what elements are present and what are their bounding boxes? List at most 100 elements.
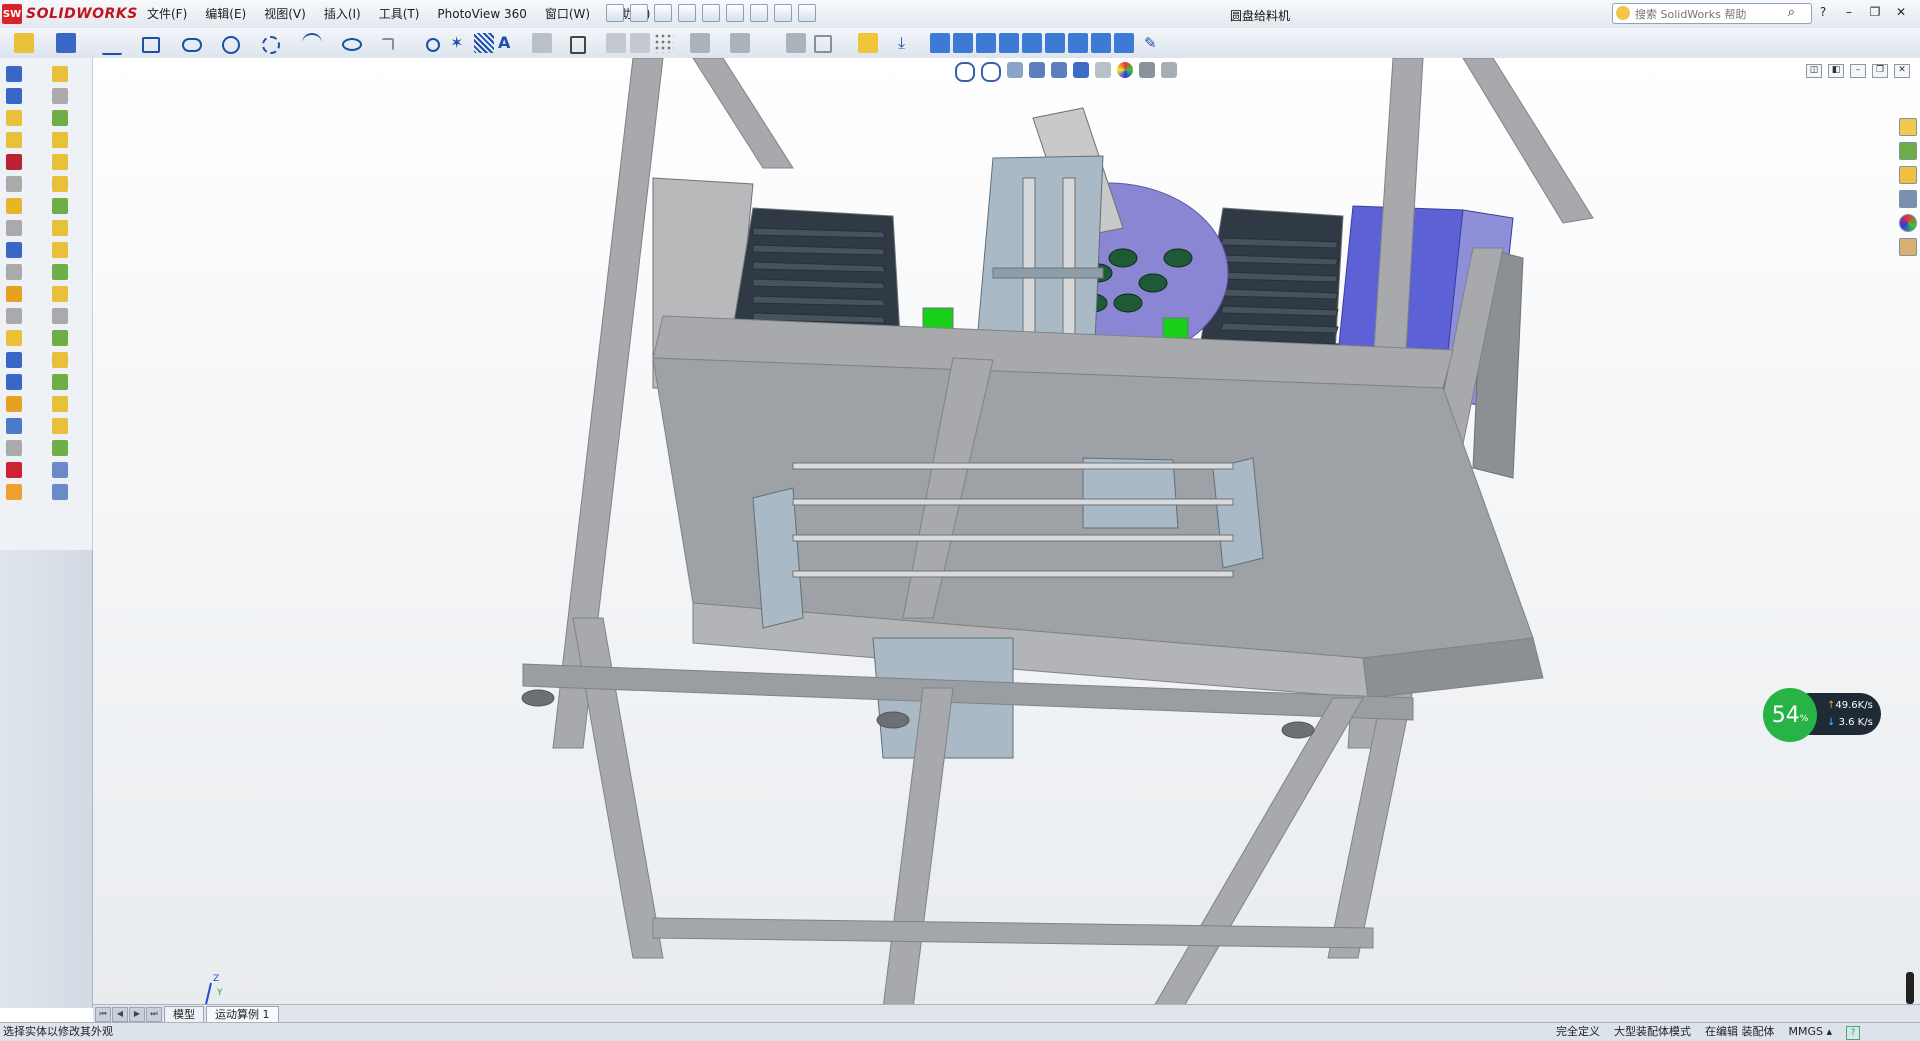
assembly-model[interactable] xyxy=(93,58,1920,1008)
repair-sketch-icon[interactable] xyxy=(730,33,750,53)
assembly-tool-icon[interactable] xyxy=(52,264,68,280)
assembly-tool-icon[interactable] xyxy=(52,88,68,104)
assembly-tool-icon[interactable] xyxy=(52,440,68,456)
view-trimetric-icon[interactable] xyxy=(1091,33,1111,53)
menu-tools[interactable]: 工具(T) xyxy=(370,0,429,28)
disc-pocket[interactable] xyxy=(1113,293,1143,313)
view-top-icon[interactable] xyxy=(1022,33,1042,53)
convert-entities-icon[interactable]: A xyxy=(498,33,518,53)
assembly-tool-icon[interactable] xyxy=(52,176,68,192)
disc-pocket[interactable] xyxy=(1138,273,1168,293)
view-right-icon[interactable] xyxy=(999,33,1019,53)
centerline-icon[interactable]: ✶ xyxy=(450,33,470,53)
status-units[interactable]: MMGS ▴ xyxy=(1788,1023,1832,1041)
menu-window[interactable]: 窗口(W) xyxy=(536,0,599,28)
line-icon[interactable] xyxy=(102,33,122,55)
view-settings-icon[interactable] xyxy=(1161,62,1177,78)
left-tool-icon[interactable] xyxy=(6,286,22,302)
horizontal-guide-rod[interactable] xyxy=(792,462,1234,470)
left-tool-icon[interactable] xyxy=(6,396,22,412)
previous-view-icon[interactable] xyxy=(1007,62,1023,78)
tab-model[interactable]: 模型 xyxy=(164,1006,204,1022)
point-icon[interactable] xyxy=(426,38,440,52)
left-tool-icon[interactable] xyxy=(6,88,22,104)
disc-pocket[interactable] xyxy=(1163,248,1193,268)
frame-top-left-brace[interactable] xyxy=(692,58,794,169)
left-tool-icon[interactable] xyxy=(6,484,22,500)
tab-motion-study[interactable]: 运动算例 1 xyxy=(206,1006,279,1022)
tab-first-icon[interactable]: ⏮ xyxy=(95,1007,111,1022)
viewport-restore-icon[interactable]: ❐ xyxy=(1872,64,1888,78)
left-tool-icon[interactable] xyxy=(6,132,22,148)
print-icon[interactable] xyxy=(702,4,720,22)
custom-properties-icon[interactable] xyxy=(1899,238,1917,256)
view-left-icon[interactable] xyxy=(976,33,996,53)
leveling-foot[interactable] xyxy=(876,711,910,729)
viewport-split-icon[interactable]: ◫ xyxy=(1806,64,1822,78)
arc-icon[interactable] xyxy=(262,36,280,54)
leveling-foot[interactable] xyxy=(1281,721,1315,739)
left-tool-icon[interactable] xyxy=(6,242,22,258)
lower-frame-upright[interactable] xyxy=(1152,697,1364,1008)
viewport-tile-icon[interactable]: ◧ xyxy=(1828,64,1844,78)
help-button[interactable]: ? xyxy=(1814,4,1832,20)
select-icon[interactable] xyxy=(750,4,768,22)
quick-snaps-icon[interactable] xyxy=(786,33,806,53)
bottom-frame-beam[interactable] xyxy=(652,917,1374,949)
leveling-foot[interactable] xyxy=(521,689,555,707)
left-tool-icon[interactable] xyxy=(6,176,22,192)
left-tool-icon[interactable] xyxy=(6,462,22,478)
assembly-tool-icon[interactable] xyxy=(52,462,68,478)
assembly-tool-icon[interactable] xyxy=(52,154,68,170)
left-tool-icon[interactable] xyxy=(6,264,22,280)
save-icon[interactable] xyxy=(678,4,696,22)
left-tool-icon[interactable] xyxy=(6,66,22,82)
assembly-tool-icon[interactable] xyxy=(52,484,68,500)
left-tool-icon[interactable] xyxy=(6,374,22,390)
rebuild-icon[interactable] xyxy=(774,4,792,22)
slot-icon[interactable] xyxy=(182,38,202,52)
assembly-tool-icon[interactable] xyxy=(52,132,68,148)
text-icon[interactable] xyxy=(474,33,494,53)
options-icon[interactable] xyxy=(798,4,816,22)
network-speed-widget[interactable]: 54% ↑49.6K/s ↓ 3.6 K/s xyxy=(1763,688,1881,742)
horizontal-guide-rod[interactable] xyxy=(792,534,1234,542)
move-component-icon[interactable]: ⤓ xyxy=(898,33,918,53)
horizontal-guide-rod[interactable] xyxy=(792,570,1234,578)
ellipse-icon[interactable] xyxy=(342,38,362,51)
assembly-tool-icon[interactable] xyxy=(52,330,68,346)
zoom-to-fit-icon[interactable] xyxy=(955,62,975,82)
magnifier-icon[interactable]: ⌕ xyxy=(1788,5,1795,20)
close-button[interactable]: ✕ xyxy=(1892,4,1910,20)
pin-icon[interactable] xyxy=(606,4,624,22)
normal-to-icon[interactable]: ✎ xyxy=(1144,33,1164,53)
assembly-tool-icon[interactable] xyxy=(52,242,68,258)
open-document-icon[interactable] xyxy=(654,4,672,22)
rectangle-icon[interactable] xyxy=(142,37,160,53)
assembly-tool-icon[interactable] xyxy=(52,396,68,412)
instant2d-icon[interactable] xyxy=(858,33,878,53)
solidworks-resources-icon[interactable] xyxy=(1899,118,1917,136)
frame-top-right-brace[interactable] xyxy=(1462,58,1594,224)
assembly-tool-icon[interactable] xyxy=(52,220,68,236)
left-tool-icon[interactable] xyxy=(6,330,22,346)
view-dimetric-icon[interactable] xyxy=(1114,33,1134,53)
menu-file[interactable]: 文件(F) xyxy=(138,0,196,28)
apply-scene-icon[interactable] xyxy=(1139,62,1155,78)
view-isometric-icon[interactable] xyxy=(1068,33,1088,53)
graphics-area[interactable]: ◫ ◧ – ❐ ✕ X Z Y xyxy=(93,58,1920,1008)
left-tool-icon[interactable] xyxy=(6,308,22,324)
viewport-close-icon[interactable]: ✕ xyxy=(1894,64,1910,78)
spline-icon[interactable] xyxy=(302,33,322,55)
rapid-sketch-icon[interactable] xyxy=(814,35,832,53)
trim-icon[interactable] xyxy=(532,33,552,53)
appearances-icon[interactable] xyxy=(1899,214,1917,232)
left-tool-icon[interactable] xyxy=(6,440,22,456)
horizontal-guide-rod[interactable] xyxy=(792,498,1234,506)
display-relations-icon[interactable] xyxy=(690,33,710,53)
move-entities-icon[interactable] xyxy=(630,33,650,53)
display-style-icon[interactable] xyxy=(1073,62,1089,78)
tab-last-icon[interactable]: ⏭ xyxy=(146,1007,162,1022)
assembly-tool-icon[interactable] xyxy=(52,66,68,82)
zoom-to-area-icon[interactable] xyxy=(981,62,1001,82)
